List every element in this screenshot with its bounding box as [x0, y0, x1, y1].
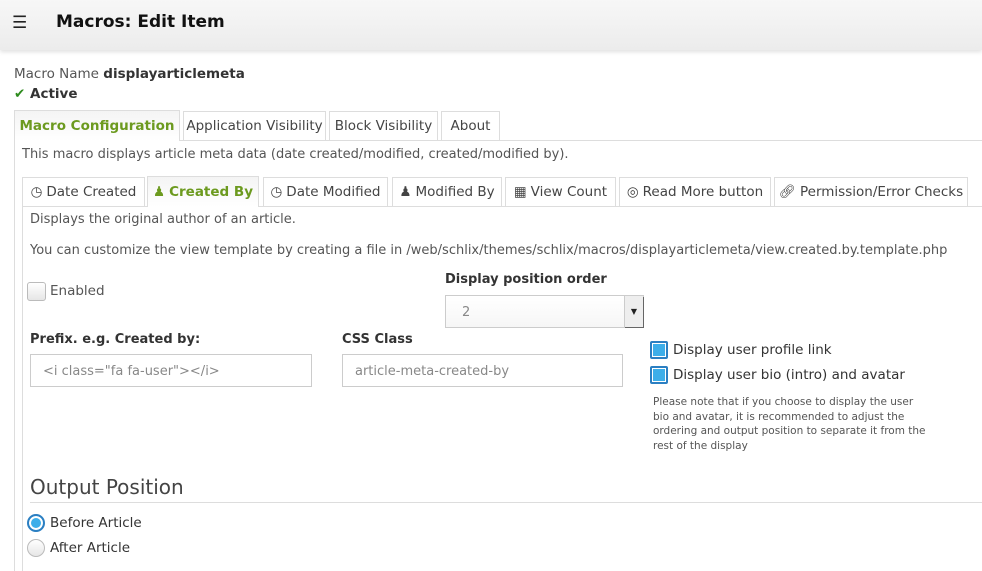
tab-block-visibility[interactable]: Block Visibility [329, 111, 438, 140]
enabled-label: Enabled [50, 283, 105, 299]
bio-label: Display user bio (intro) and avatar [673, 367, 905, 383]
tab-application-visibility[interactable]: Application Visibility [183, 111, 326, 140]
link-icon: 🔗︎ [778, 184, 796, 200]
profile-link-label: Display user profile link [673, 342, 832, 358]
profile-link-checkbox[interactable] [650, 341, 668, 359]
subtab-permission-error-checks[interactable]: 🔗︎ Permission/Error Checks [774, 177, 968, 206]
after-article-radio[interactable] [27, 539, 45, 557]
subtab-date-created[interactable]: ◷ Date Created [22, 177, 145, 206]
page-title: Macros: Edit Item [56, 12, 225, 32]
css-class-label: CSS Class [342, 332, 413, 347]
bio-note: Please note that if you choose to displa… [653, 396, 926, 452]
macro-description: This macro displays article meta data (d… [22, 147, 569, 162]
hamburger-icon[interactable]: ☰ [12, 13, 27, 33]
template-hint: You can customize the view template by c… [30, 243, 948, 258]
heading-divider [30, 502, 982, 503]
tab-macro-configuration[interactable]: Macro Configuration [14, 110, 180, 141]
status-text: Active [30, 86, 78, 102]
clock-icon: ◷ [270, 184, 283, 200]
macro-name: displayarticlemeta [103, 66, 245, 82]
macro-name-row: Macro Name displayarticlemeta [14, 66, 245, 82]
clock-icon: ◷ [30, 184, 43, 200]
output-position-heading: Output Position [30, 475, 184, 499]
bullseye-icon: ◎ [626, 184, 639, 200]
macro-name-label: Macro Name [14, 66, 99, 82]
subtab-date-modified[interactable]: ◷ Date Modified [263, 177, 388, 206]
chevron-down-icon[interactable]: ▼ [624, 296, 643, 327]
subtab-created-by[interactable]: ♟ Created By [147, 176, 259, 207]
before-article-radio[interactable] [27, 514, 45, 532]
panel-intro: Displays the original author of an artic… [30, 212, 296, 227]
subtab-read-more-button[interactable]: ◎ Read More button [619, 177, 771, 206]
calculator-icon: ▦ [513, 184, 527, 200]
status-badge: ✔ Active [14, 86, 78, 102]
position-order-select[interactable]: 2 [445, 295, 644, 328]
subtab-view-count[interactable]: ▦ View Count [505, 177, 616, 206]
css-class-input[interactable]: article-meta-created-by [342, 354, 623, 387]
subpanel-border [22, 206, 23, 571]
position-order-label: Display position order [445, 272, 607, 287]
before-article-label: Before Article [50, 515, 142, 531]
tab-about[interactable]: About [441, 111, 500, 140]
prefix-input[interactable]: <i class="fa fa-user"></i> [30, 354, 312, 387]
after-article-label: After Article [50, 540, 131, 556]
user-icon: ♟ [152, 184, 166, 200]
panel-border [14, 140, 15, 571]
enabled-checkbox[interactable] [27, 282, 46, 301]
bio-checkbox[interactable] [650, 366, 668, 384]
check-icon: ✔ [14, 86, 26, 102]
prefix-label: Prefix. e.g. Created by: [30, 332, 201, 347]
subtab-modified-by[interactable]: ♟ Modified By [392, 177, 502, 206]
user-icon: ♟ [399, 184, 412, 200]
